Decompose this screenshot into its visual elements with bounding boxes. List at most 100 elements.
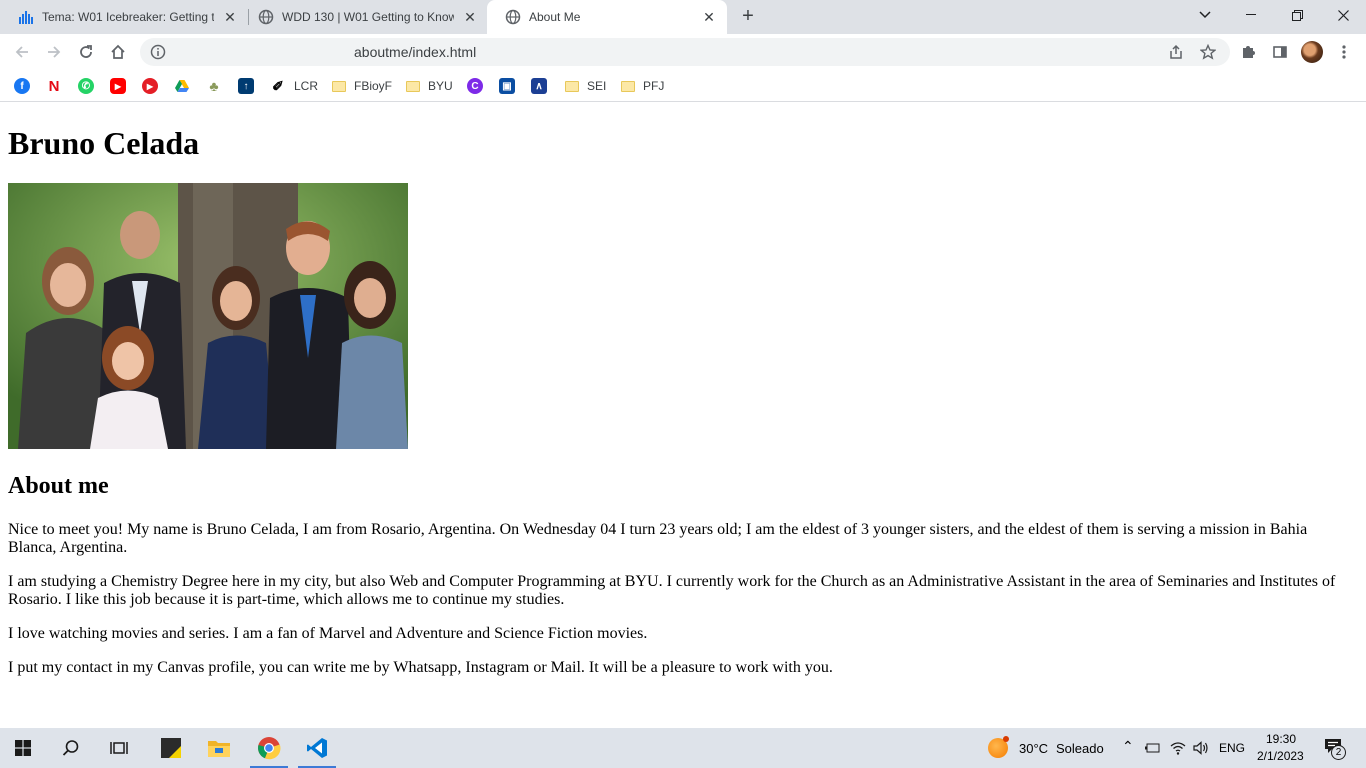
play-circle-icon: ▶	[142, 78, 158, 94]
minimize-button[interactable]	[1228, 0, 1274, 30]
tab-canvas[interactable]: Tema: W01 Icebreaker: Getting to ✕	[0, 0, 248, 34]
side-panel-button[interactable]	[1268, 40, 1292, 64]
page-title: Bruno Celada	[8, 125, 200, 161]
sticky-notes-icon	[161, 738, 181, 758]
volume-icon[interactable]	[1193, 740, 1209, 756]
start-button[interactable]	[0, 728, 46, 768]
address-bar[interactable]: aboutme/index.html	[140, 38, 1230, 66]
canvas-bars-icon	[18, 9, 34, 25]
bookmark-netflix[interactable]: N	[46, 76, 62, 96]
file-explorer-app[interactable]	[196, 728, 242, 768]
chrome-app[interactable]	[246, 728, 292, 768]
bookmark-portal[interactable]: ▣	[499, 76, 515, 96]
folder-icon	[406, 80, 420, 92]
puzzle-icon	[1243, 46, 1255, 58]
weather-temp[interactable]: 30°C	[1019, 741, 1048, 756]
weather-condition[interactable]: Soleado	[1056, 741, 1104, 756]
bookmark-star-icon[interactable]	[1200, 44, 1216, 60]
more-vert-icon	[1342, 45, 1346, 59]
bookmark-facebook[interactable]: f	[14, 76, 30, 96]
portal-icon: ▣	[499, 78, 515, 94]
bookmark-chevron[interactable]: ∧	[531, 76, 547, 96]
restore-button[interactable]	[1274, 0, 1320, 30]
sticky-notes-app[interactable]	[148, 728, 194, 768]
battery-icon[interactable]	[1144, 742, 1160, 754]
wifi-icon[interactable]	[1170, 740, 1186, 756]
share-icon[interactable]	[1168, 44, 1184, 60]
weather-alert-dot	[1003, 736, 1009, 742]
vscode-icon	[307, 738, 327, 758]
bookmark-play[interactable]: ▶	[142, 76, 158, 96]
input-language[interactable]: ENG	[1219, 741, 1245, 755]
url-text[interactable]: aboutme/index.html	[354, 44, 476, 60]
lcr-icon: ✐	[272, 77, 284, 94]
whatsapp-icon: ✆	[78, 78, 94, 94]
bookmarks-bar: f N ✆ ▶ ▶ ♣ ↑ ✐ LCR FBioyF BYU C ▣ ∧ SEI …	[0, 70, 1366, 102]
bookmark-label: LCR	[294, 79, 319, 93]
close-icon	[1337, 9, 1349, 21]
tab-search-button[interactable]	[1182, 0, 1228, 30]
folder-icon	[208, 741, 230, 757]
bookmark-tree[interactable]: ♣	[206, 76, 222, 96]
bookmark-folder-byu[interactable]: BYU	[406, 76, 453, 96]
minimize-icon	[1246, 14, 1256, 15]
show-hidden-icons-icon[interactable]: ⌃	[1122, 738, 1134, 755]
folder-icon	[332, 80, 346, 92]
bookmark-arrow[interactable]: ↑	[238, 76, 254, 96]
restore-icon	[1291, 9, 1303, 21]
tab-title: WDD 130 | W01 Getting to Know	[282, 10, 454, 24]
about-heading: About me	[8, 473, 109, 499]
about-paragraph: Nice to meet you! My name is Bruno Celad…	[8, 521, 1308, 556]
browser-toolbar: aboutme/index.html	[0, 34, 1366, 70]
chevron-up-icon: ∧	[531, 78, 547, 94]
chevron-down-icon	[1199, 11, 1211, 19]
close-tab-icon[interactable]: ✕	[701, 9, 717, 25]
canva-icon: C	[467, 78, 483, 94]
site-info-icon[interactable]	[150, 44, 166, 60]
tab-title: About Me	[529, 10, 581, 24]
reload-icon	[80, 45, 92, 58]
up-arrow-icon: ↑	[238, 78, 254, 94]
close-tab-icon[interactable]: ✕	[462, 9, 478, 25]
menu-button[interactable]	[1332, 40, 1356, 64]
profile-button[interactable]	[1300, 40, 1324, 64]
back-arrow-icon	[15, 46, 28, 58]
clock-time[interactable]: 19:30	[1266, 732, 1296, 746]
task-view-button[interactable]	[96, 728, 142, 768]
about-paragraph: I love watching movies and series. I am …	[8, 625, 648, 642]
reload-button[interactable]	[74, 40, 98, 64]
close-tab-icon[interactable]: ✕	[222, 9, 238, 25]
bookmark-folder-fbioyf[interactable]: FBioyF	[332, 76, 392, 96]
bookmark-youtube[interactable]: ▶	[110, 76, 126, 96]
back-button[interactable]	[10, 40, 34, 64]
family-photo	[8, 183, 408, 449]
tree-icon: ♣	[209, 78, 219, 94]
bookmark-drive[interactable]	[174, 76, 190, 96]
new-tab-button[interactable]: +	[737, 6, 759, 28]
extensions-button[interactable]	[1236, 40, 1260, 64]
globe-icon	[505, 9, 521, 25]
task-view-icon	[110, 742, 128, 754]
bookmark-folder-pfj[interactable]: PFJ	[621, 76, 664, 96]
google-drive-icon	[175, 80, 189, 92]
bookmark-lcr[interactable]: ✐ LCR	[270, 76, 318, 96]
forward-button[interactable]	[42, 40, 66, 64]
close-window-button[interactable]	[1320, 0, 1366, 30]
chrome-icon	[258, 737, 281, 760]
search-button[interactable]	[48, 728, 94, 768]
taskbar: 30°C Soleado ⌃ ENG 19:30 2/1/2023 2	[0, 728, 1366, 768]
tab-title: Tema: W01 Icebreaker: Getting to	[42, 10, 214, 24]
bookmark-canva[interactable]: C	[467, 76, 483, 96]
tab-about-me[interactable]: About Me ✕	[487, 0, 727, 34]
vscode-app[interactable]	[294, 728, 340, 768]
windows-icon	[15, 740, 31, 756]
tab-wdd130[interactable]: WDD 130 | W01 Getting to Know ✕	[240, 0, 488, 34]
home-button[interactable]	[106, 40, 130, 64]
bookmark-whatsapp[interactable]: ✆	[78, 76, 94, 96]
clock-date[interactable]: 2/1/2023	[1257, 749, 1304, 763]
netflix-icon: N	[48, 77, 60, 95]
notification-center-button[interactable]: 2	[1316, 736, 1356, 762]
bookmark-folder-sei[interactable]: SEI	[565, 76, 606, 96]
youtube-icon: ▶	[110, 78, 126, 94]
home-icon	[111, 44, 125, 59]
